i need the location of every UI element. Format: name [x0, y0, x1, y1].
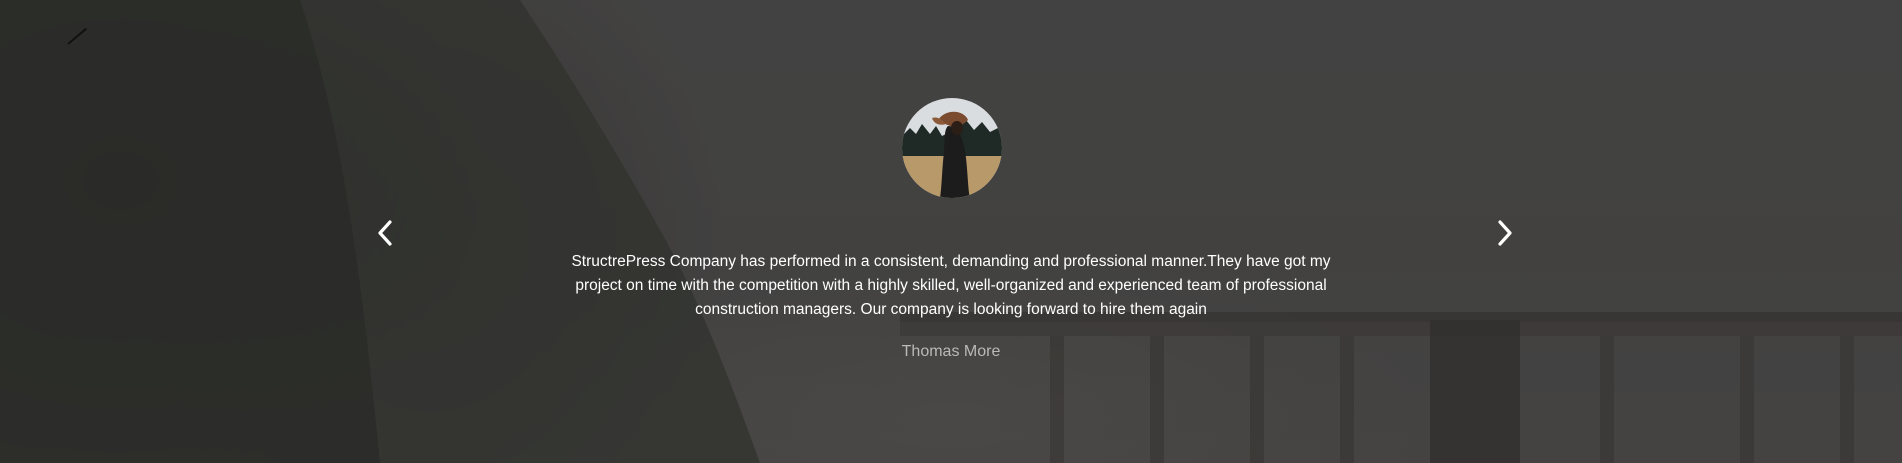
testimonial-quote: StructrePress Company has performed in a… — [571, 253, 1331, 318]
chevron-right-icon — [1498, 220, 1512, 246]
dark-overlay — [0, 0, 1902, 463]
next-testimonial-button[interactable] — [1490, 218, 1518, 248]
chevron-left-icon — [378, 220, 392, 246]
author-avatar — [902, 98, 1002, 198]
testimonial-author: Thomas More — [901, 343, 1001, 360]
previous-testimonial-button[interactable] — [372, 218, 400, 248]
testimonial-section: StructrePress Company has performed in a… — [0, 0, 1902, 463]
